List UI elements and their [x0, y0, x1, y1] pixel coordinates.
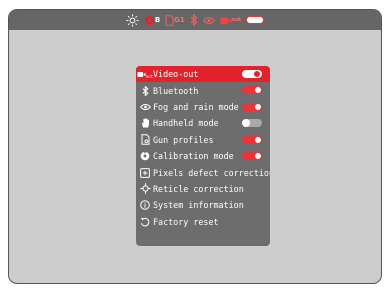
battery-icon [246, 13, 265, 27]
gun-profiles-toggle[interactable] [242, 135, 262, 144]
gun-profile-icon [137, 134, 153, 145]
video-out-icon: out [137, 69, 153, 79]
pixel-defect-icon [137, 167, 153, 178]
device-screen: B G1 out out Video-out Bluetooth Fog and… [8, 9, 382, 284]
calibration-icon: B [144, 13, 160, 27]
menu-item-calibration-mode[interactable]: Calibration mode [136, 148, 270, 164]
video-out-icon-sub: out [145, 74, 153, 80]
video-out-icon: out [220, 13, 241, 27]
menu-item-reticle-correction[interactable]: Reticle correction [136, 181, 270, 197]
menu-item-label: System information [153, 200, 244, 211]
crosshair-icon [137, 183, 153, 195]
calibration-label: B [154, 15, 161, 24]
menu-item-pixels-defect-correction[interactable]: Pixels defect correction [136, 164, 270, 180]
bluetooth-toggle[interactable] [242, 86, 262, 95]
info-icon [137, 200, 153, 211]
eye-icon [202, 13, 215, 27]
brightness-icon [126, 13, 139, 27]
menu-item-fog-rain-mode[interactable]: Fog and rain mode [136, 99, 270, 115]
menu-item-label: Pixels defect correction [153, 167, 270, 178]
menu-item-label: Factory reset [153, 216, 219, 227]
menu-item-handheld-mode[interactable]: Handheld mode [136, 115, 270, 131]
settings-menu: out Video-out Bluetooth Fog and rain mod… [136, 66, 270, 246]
hand-icon [137, 118, 153, 128]
bluetooth-icon [137, 85, 153, 96]
calibration-toggle[interactable] [242, 151, 262, 160]
calibration-icon [137, 151, 153, 161]
video-out-sub: out [231, 17, 242, 23]
menu-item-bluetooth[interactable]: Bluetooth [136, 82, 270, 98]
fog-rain-toggle[interactable] [242, 102, 262, 111]
menu-item-video-out[interactable]: out Video-out [136, 66, 270, 83]
video-out-toggle[interactable] [242, 70, 262, 78]
eye-icon [137, 103, 153, 111]
menu-item-factory-reset[interactable]: Factory reset [136, 214, 270, 230]
gun-profile-icon: G1 [165, 13, 185, 27]
handheld-toggle[interactable] [242, 119, 262, 128]
status-bar: B G1 out [9, 10, 381, 30]
menu-item-gun-profiles[interactable]: Gun profiles [136, 132, 270, 148]
bluetooth-icon [190, 13, 198, 27]
gun-profile-label: G1 [174, 15, 185, 24]
menu-item-system-information[interactable]: System information [136, 197, 270, 213]
menu-item-label: Reticle correction [153, 183, 244, 194]
reset-icon [137, 217, 153, 227]
